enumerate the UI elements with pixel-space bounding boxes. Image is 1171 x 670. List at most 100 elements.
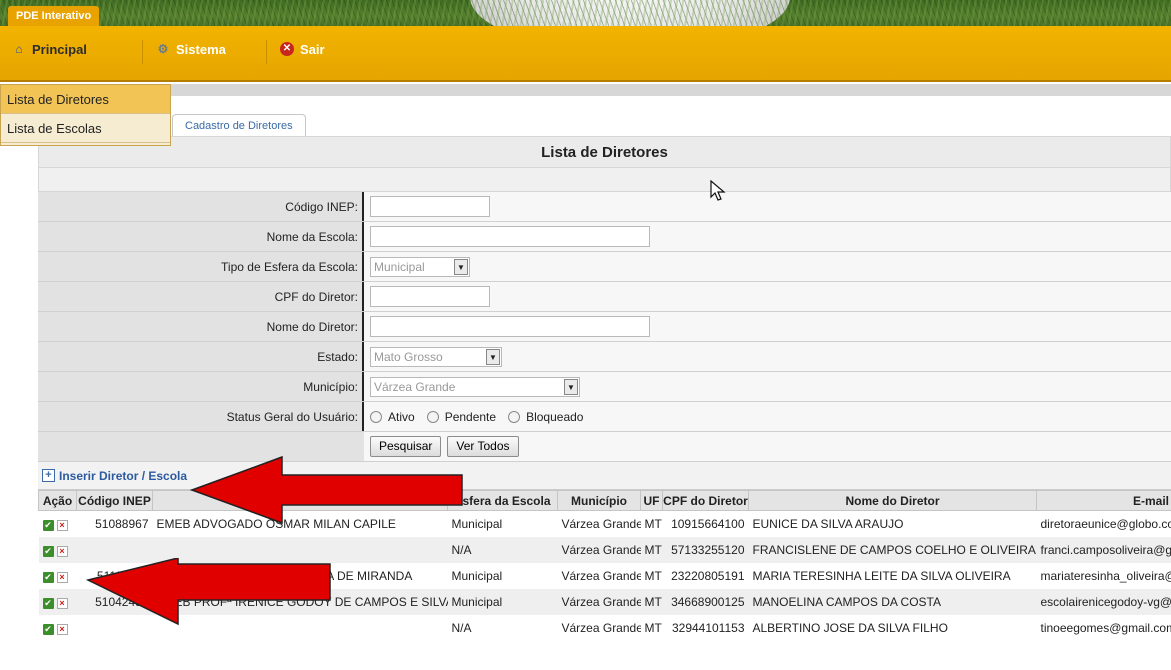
cell-esfera: N/A bbox=[451, 620, 472, 635]
cell-cpf[interactable]: 57133255120 bbox=[662, 536, 749, 563]
cell-diretor: EUNICE DA SILVA ARAUJO bbox=[752, 516, 904, 531]
cell-email: diretoraeunice@globo.co bbox=[1040, 516, 1171, 531]
inserir-diretor-link[interactable]: Inserir Diretor / Escola bbox=[59, 469, 187, 483]
cell-diretor: MANOELINA CAMPOS DA COSTA bbox=[748, 588, 1037, 615]
annotation-arrow-row bbox=[86, 558, 331, 626]
radio-bloqueado[interactable]: Bloqueado bbox=[508, 410, 583, 424]
edit-icon[interactable]: ✔ bbox=[42, 597, 54, 609]
form-row-estado: Estado: Mato Grosso ▼ bbox=[38, 342, 1171, 372]
nome-escola-label: Nome da Escola: bbox=[38, 222, 364, 251]
edit-icon[interactable]: ✔ bbox=[42, 545, 54, 557]
cell-diretor: MARIA TERESINHA LEITE DA SILVA OLIVEIRA bbox=[752, 568, 1011, 583]
menu-separator bbox=[142, 40, 143, 64]
status-label: Status Geral do Usuário: bbox=[38, 402, 364, 431]
edit-icon[interactable]: ✔ bbox=[42, 623, 54, 635]
radio-pendente-label: Pendente bbox=[444, 409, 497, 424]
estado-select[interactable]: Mato Grosso ▼ bbox=[370, 346, 502, 367]
chevron-down-icon: ▼ bbox=[486, 348, 500, 365]
estado-value: Mato Grosso bbox=[374, 349, 443, 364]
chevron-down-icon: ▼ bbox=[564, 378, 578, 395]
col-header-acao: Ação bbox=[38, 490, 77, 511]
municipio-select[interactable]: Várzea Grande ▼ bbox=[370, 376, 580, 397]
cell-municipio: Várzea Grande bbox=[561, 568, 641, 583]
estado-label: Estado: bbox=[38, 342, 364, 371]
chevron-down-icon: ▼ bbox=[454, 258, 468, 275]
app-tab: PDE Interativo bbox=[8, 6, 100, 26]
delete-icon[interactable]: × bbox=[56, 571, 68, 583]
cell-diretor: FRANCISLENE DE CAMPOS COELHO E OLIVEIRA bbox=[748, 536, 1037, 563]
radio-pendente[interactable]: Pendente bbox=[426, 409, 497, 424]
menu-separator bbox=[266, 40, 267, 64]
codigo-inep-input[interactable] bbox=[370, 196, 490, 217]
col-header-municipio[interactable]: Município bbox=[557, 490, 641, 511]
delete-icon[interactable]: × bbox=[56, 545, 68, 557]
menu-sistema[interactable]: ⚙ Sistema bbox=[148, 32, 263, 66]
col-header-codigo[interactable]: Código INEP bbox=[76, 490, 153, 511]
menu-sistema-label: Sistema bbox=[176, 41, 226, 57]
cell-cpf[interactable]: 32944101153 bbox=[663, 615, 749, 641]
menu-underline-strip bbox=[0, 84, 1171, 96]
form-row-nome-escola: Nome da Escola: bbox=[38, 222, 1171, 252]
nome-diretor-label: Nome do Diretor: bbox=[38, 312, 364, 341]
gear-icon: ⚙ bbox=[157, 42, 169, 56]
cell-esfera: Municipal bbox=[451, 568, 503, 583]
cell-municipio: Várzea Grande bbox=[557, 588, 641, 615]
col-header-diretor[interactable]: Nome do Diretor bbox=[748, 490, 1037, 511]
radio-ativo[interactable]: Ativo bbox=[370, 410, 415, 424]
cell-diretor: ALBERTINO JOSE DA SILVA FILHO bbox=[752, 620, 948, 635]
municipio-value: Várzea Grande bbox=[374, 379, 456, 394]
title-subbar bbox=[38, 168, 1171, 192]
tipo-esfera-value: Municipal bbox=[374, 259, 425, 274]
cell-codigo[interactable]: 51088967 bbox=[77, 511, 153, 537]
cell-esfera: Municipal bbox=[447, 588, 558, 615]
cell-municipio: Várzea Grande bbox=[561, 620, 641, 635]
cell-cpf[interactable]: 23220805191 bbox=[663, 563, 749, 589]
col-header-email[interactable]: E-mail bbox=[1036, 490, 1171, 511]
menu-principal[interactable]: ⌂ Principal bbox=[0, 32, 140, 66]
form-row-codigo-inep: Código INEP: bbox=[38, 192, 1171, 222]
delete-icon[interactable]: × bbox=[56, 597, 68, 609]
radio-circle-icon bbox=[508, 410, 521, 423]
edit-icon[interactable]: ✔ bbox=[42, 519, 54, 531]
cell-email: mariateresinha_oliveira@ bbox=[1040, 568, 1171, 583]
pesquisar-button[interactable]: Pesquisar bbox=[370, 436, 442, 457]
col-header-uf[interactable]: UF bbox=[640, 490, 663, 511]
form-row-status: Status Geral do Usuário: Ativo Pendente … bbox=[38, 402, 1171, 432]
dropdown-item-lista-diretores[interactable]: Lista de Diretores bbox=[1, 85, 170, 114]
codigo-inep-label: Código INEP: bbox=[38, 192, 364, 221]
delete-icon[interactable]: × bbox=[56, 519, 68, 531]
nome-escola-input[interactable] bbox=[370, 226, 650, 247]
principal-dropdown: Lista de Diretores Lista de Escolas bbox=[0, 84, 171, 146]
annotation-arrow-insert bbox=[190, 455, 463, 525]
tab-cadastro-diretores[interactable]: Cadastro de Diretores bbox=[172, 114, 306, 136]
cpf-label: CPF do Diretor: bbox=[38, 282, 364, 311]
ver-todos-button[interactable]: Ver Todos bbox=[447, 436, 519, 457]
dropdown-item-lista-escolas[interactable]: Lista de Escolas bbox=[1, 114, 170, 143]
cell-cpf[interactable]: 10915664100 bbox=[663, 511, 749, 537]
tipo-esfera-label: Tipo de Esfera da Escola: bbox=[38, 252, 364, 281]
form-row-cpf: CPF do Diretor: bbox=[38, 282, 1171, 312]
cell-email: escolairenicegodoy-vg@ bbox=[1036, 588, 1171, 615]
edit-icon[interactable]: ✔ bbox=[42, 571, 54, 583]
home-icon: ⌂ bbox=[15, 42, 23, 56]
nome-diretor-input[interactable] bbox=[370, 316, 650, 337]
cell-esfera: N/A bbox=[447, 536, 558, 563]
radio-bloqueado-label: Bloqueado bbox=[526, 409, 584, 424]
col-header-cpf[interactable]: CPF do Diretor bbox=[662, 490, 749, 511]
cell-uf: MT bbox=[640, 588, 663, 615]
cpf-input[interactable] bbox=[370, 286, 490, 307]
delete-icon[interactable]: × bbox=[56, 623, 68, 635]
municipio-label: Município: bbox=[38, 372, 364, 401]
cell-uf: MT bbox=[644, 516, 662, 531]
radio-circle-icon bbox=[426, 410, 439, 423]
cell-uf: MT bbox=[644, 620, 662, 635]
menu-principal-label: Principal bbox=[32, 41, 87, 57]
mouse-cursor-icon bbox=[710, 180, 726, 201]
form-row-nome-diretor: Nome do Diretor: bbox=[38, 312, 1171, 342]
menu-sair[interactable]: ✕ Sair bbox=[272, 32, 362, 66]
form-row-tipo-esfera: Tipo de Esfera da Escola: Municipal ▼ bbox=[38, 252, 1171, 282]
plus-icon[interactable]: + bbox=[42, 469, 55, 482]
cell-cpf[interactable]: 34668900125 bbox=[662, 588, 749, 615]
tipo-esfera-select[interactable]: Municipal ▼ bbox=[370, 256, 470, 277]
page-title: Lista de Diretores bbox=[38, 136, 1171, 168]
